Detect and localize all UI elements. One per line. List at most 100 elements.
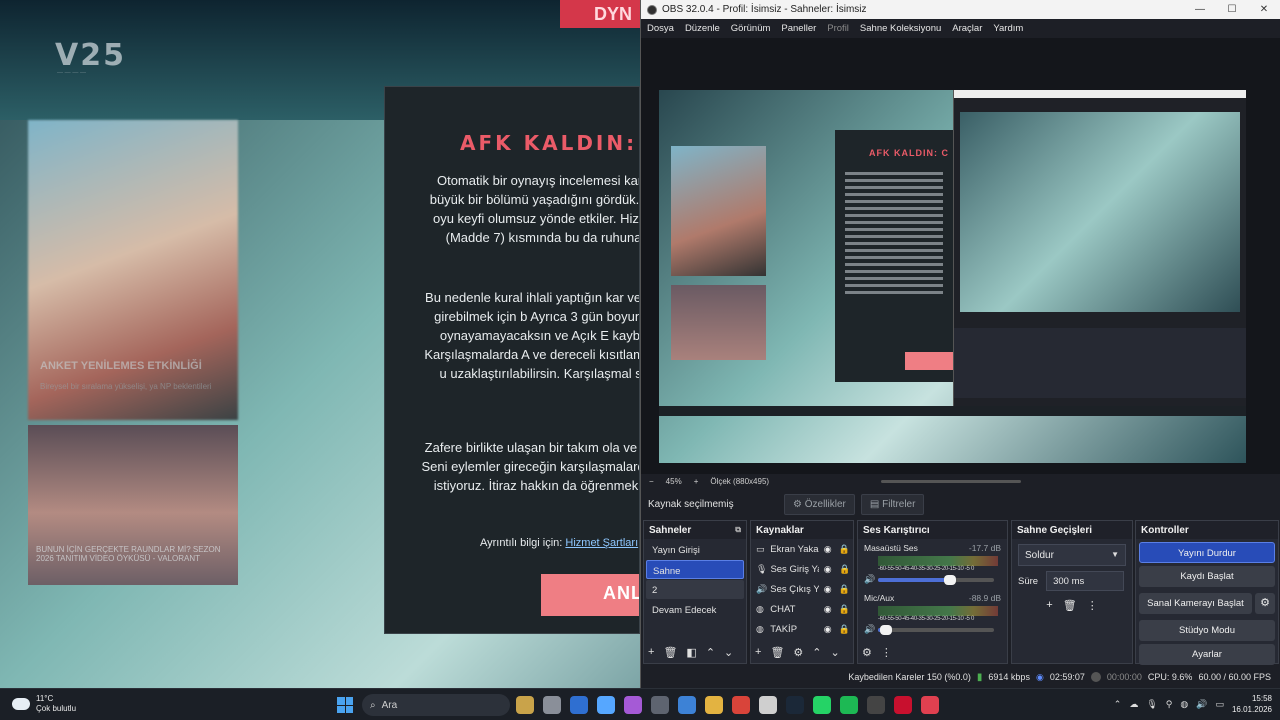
menu-duzenle[interactable]: Düzenle xyxy=(685,23,720,34)
scale-select[interactable]: Ölçek (880x495) xyxy=(710,477,769,486)
move-down-icon[interactable]: ⌄ xyxy=(724,646,733,659)
afk-understand-button[interactable]: ANL xyxy=(541,574,639,616)
menu-dosya[interactable]: Dosya xyxy=(647,23,674,34)
steam-icon[interactable] xyxy=(786,696,804,714)
opera-icon[interactable] xyxy=(894,696,912,714)
preview-scrollbar[interactable] xyxy=(881,480,1021,483)
menu-araclar[interactable]: Araçlar xyxy=(952,23,982,34)
menu-sahne-koleksiyonu[interactable]: Sahne Koleksiyonu xyxy=(860,23,941,34)
visibility-icon[interactable]: ◉ xyxy=(819,604,836,615)
properties-button[interactable]: ⚙ Özellikler xyxy=(784,493,855,515)
minimize-icon[interactable]: — xyxy=(1184,4,1216,15)
lock-icon[interactable]: 🔒 xyxy=(836,544,853,555)
transition-menu-icon[interactable]: ⋮ xyxy=(1087,599,1098,612)
location-icon[interactable]: ⚲ xyxy=(1166,699,1173,710)
scene-item-selected[interactable]: Sahne xyxy=(646,560,744,579)
delete-scene-icon[interactable]: 🗑 xyxy=(663,646,677,659)
lock-icon[interactable]: 🔒 xyxy=(836,564,853,575)
menu-paneller[interactable]: Paneller xyxy=(781,23,816,34)
riot-icon[interactable] xyxy=(921,696,939,714)
settings-button[interactable]: Ayarlar xyxy=(1139,644,1275,665)
zoom-in-button[interactable]: + xyxy=(694,477,699,486)
visibility-icon[interactable]: ◉ xyxy=(819,564,836,575)
add-scene-button[interactable]: + xyxy=(648,646,654,658)
menu-gorunum[interactable]: Görünüm xyxy=(731,23,771,34)
volume-icon[interactable]: 🔊 xyxy=(1196,699,1207,710)
volume-slider[interactable] xyxy=(878,574,994,585)
file-explorer-icon[interactable] xyxy=(705,696,723,714)
advanced-audio-icon[interactable]: ⚙ xyxy=(862,646,872,659)
source-item[interactable]: ◍ CHAT ◉ 🔒 xyxy=(751,599,853,619)
menu-profil[interactable]: Profil xyxy=(827,23,849,34)
visibility-icon[interactable]: ◉ xyxy=(819,544,836,555)
filters-button[interactable]: ▤ Filtreler xyxy=(860,493,925,515)
microphone-icon: 🎙 xyxy=(756,563,768,574)
transition-select[interactable]: Soldur ▼ xyxy=(1018,544,1126,566)
battery-icon[interactable]: ▭ xyxy=(1215,699,1224,710)
chatgpt-icon[interactable] xyxy=(759,696,777,714)
chevron-up-icon[interactable]: ⌃ xyxy=(1114,699,1122,710)
visibility-icon[interactable]: ◉ xyxy=(819,584,836,595)
mixer-menu-icon[interactable]: ⋮ xyxy=(881,646,892,659)
settings-icon[interactable] xyxy=(651,696,669,714)
studio-mode-button[interactable]: Stüdyo Modu xyxy=(1139,620,1275,641)
obs-taskbar-icon[interactable] xyxy=(867,696,885,714)
chrome-icon[interactable] xyxy=(732,696,750,714)
copilot-icon[interactable] xyxy=(624,696,642,714)
maximize-icon[interactable]: ☐ xyxy=(1216,4,1248,15)
mute-icon[interactable]: 🔊 xyxy=(864,624,878,635)
spotify-icon[interactable] xyxy=(840,696,858,714)
network-icon[interactable]: ◍ xyxy=(1180,699,1188,710)
start-record-button[interactable]: Kaydı Başlat xyxy=(1139,566,1275,587)
menu-yardim[interactable]: Yardım xyxy=(993,23,1023,34)
dock-float-icon[interactable]: ⧉ xyxy=(735,525,741,535)
scene-item[interactable]: 2 xyxy=(646,580,744,599)
taskbar-search[interactable]: ⌕ Ara xyxy=(362,694,510,716)
speaker-icon: 🔊 xyxy=(756,583,768,594)
add-source-button[interactable]: + xyxy=(755,646,761,658)
bitrate: 6914 kbps xyxy=(988,672,1030,682)
move-up-icon[interactable]: ⌃ xyxy=(812,646,821,659)
stop-stream-button[interactable]: Yayını Durdur xyxy=(1139,542,1275,563)
duration-label: Süre xyxy=(1018,575,1039,587)
notepad-icon[interactable] xyxy=(597,696,615,714)
task-view-icon[interactable] xyxy=(543,696,561,714)
lock-icon[interactable]: 🔒 xyxy=(836,584,853,595)
source-item[interactable]: ◍ TAKİP ◉ 🔒 xyxy=(751,619,853,639)
close-icon[interactable]: ✕ xyxy=(1248,4,1280,15)
zoom-out-button[interactable]: − xyxy=(649,477,654,486)
delete-transition-icon[interactable]: 🗑 xyxy=(1063,599,1077,612)
mic-icon[interactable]: 🎙 xyxy=(1146,699,1157,710)
widgets-icon[interactable] xyxy=(516,696,534,714)
add-transition-button[interactable]: + xyxy=(1046,599,1052,612)
program-preview[interactable]: AFK KALDIN: C xyxy=(659,90,1246,463)
scene-filters-icon[interactable]: ◧ xyxy=(686,646,696,659)
scene-item[interactable]: Devam Edecek xyxy=(646,600,744,619)
scene-item[interactable]: Yayın Girişi xyxy=(646,540,744,559)
move-up-icon[interactable]: ⌃ xyxy=(706,646,715,659)
gear-icon[interactable]: ⚙ xyxy=(1255,593,1275,614)
start-button[interactable] xyxy=(337,697,353,713)
source-item[interactable]: ▭ Ekran Yaka ◉ 🔒 xyxy=(751,539,853,559)
source-item[interactable]: 🔊 Ses Çıkış Ya ◉ 🔒 xyxy=(751,579,853,599)
obs-titlebar[interactable]: OBS 32.0.4 - Profil: İsimsiz - Sahneler:… xyxy=(641,0,1280,19)
visibility-icon[interactable]: ◉ xyxy=(819,624,836,635)
clock[interactable]: 15:58 16.01.2026 xyxy=(1232,693,1272,715)
terms-link[interactable]: Hizmet Şartları xyxy=(565,537,638,549)
lock-icon[interactable]: 🔒 xyxy=(836,604,853,615)
calendar-icon[interactable] xyxy=(570,696,588,714)
source-item[interactable]: 🎙 Ses Giriş Ya ◉ 🔒 xyxy=(751,559,853,579)
weather-widget[interactable]: 11°C Çok bulutlu xyxy=(12,694,76,714)
whatsapp-icon[interactable] xyxy=(813,696,831,714)
lock-icon[interactable]: 🔒 xyxy=(836,624,853,635)
volume-slider[interactable] xyxy=(878,624,994,635)
mixer-channel: Mic/Aux -88.9 dB -60-55-50-45-40-35-30-25… xyxy=(858,589,1007,635)
store-icon[interactable] xyxy=(678,696,696,714)
source-settings-icon[interactable]: ⚙ xyxy=(793,646,803,659)
onedrive-icon[interactable]: ☁ xyxy=(1129,699,1138,710)
virtual-camera-button[interactable]: Sanal Kamerayı Başlat xyxy=(1139,593,1252,614)
mute-icon[interactable]: 🔊 xyxy=(864,574,878,585)
duration-spinbox[interactable]: 300 ms xyxy=(1046,571,1125,591)
delete-source-icon[interactable]: 🗑 xyxy=(770,646,784,659)
move-down-icon[interactable]: ⌄ xyxy=(831,646,840,659)
